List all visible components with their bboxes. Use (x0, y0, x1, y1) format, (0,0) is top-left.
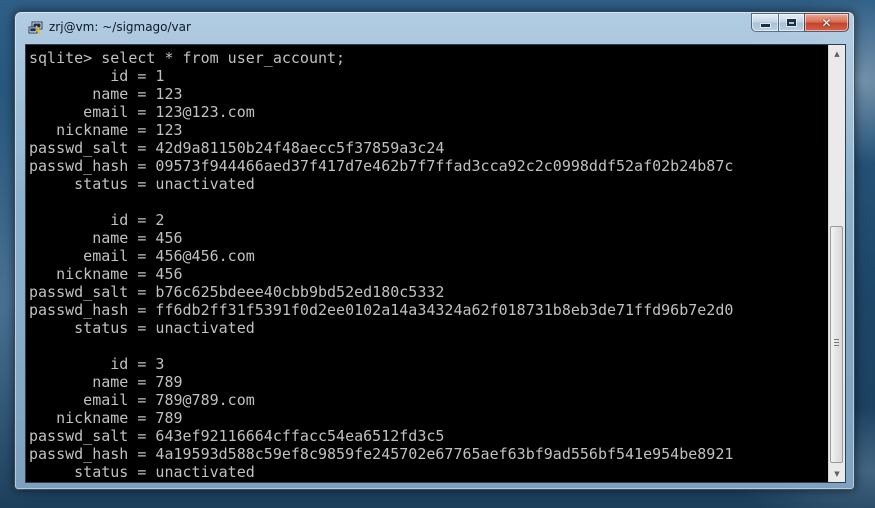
terminal-line: passwd_hash = ff6db2ff31f5391f0d2ee0102a… (29, 301, 734, 319)
caption-buttons: ✕ (751, 13, 849, 33)
terminal-line: email = 789@789.com (29, 391, 255, 409)
terminal-line: id = 3 (29, 355, 165, 373)
putty-terminal-icon[interactable] (28, 20, 43, 35)
terminal-line: passwd_hash = 4a19593d588c59ef8c9859fe24… (29, 445, 734, 463)
terminal-line: name = 123 (29, 85, 183, 103)
grip-icon (834, 339, 839, 346)
terminal-line: status = unactivated (29, 175, 255, 193)
title-bar[interactable]: zrj@vm: ~/sigmago/var ✕ (15, 12, 854, 42)
scroll-up-button[interactable]: ▲ (829, 45, 845, 62)
maximize-button[interactable] (778, 13, 804, 32)
terminal-line: name = 456 (29, 229, 183, 247)
scrollbar-thumb[interactable] (830, 226, 843, 463)
terminal-line: name = 789 (29, 373, 183, 391)
terminal-line: nickname = 789 (29, 409, 183, 427)
terminal-line: status = unactivated (29, 463, 255, 481)
window-title: zrj@vm: ~/sigmago/var (49, 20, 191, 34)
terminal-line: nickname = 123 (29, 121, 183, 139)
scroll-down-arrow-icon: ▼ (834, 469, 840, 478)
terminal-line: nickname = 456 (29, 265, 183, 283)
terminal-client-area[interactable]: sqlite> select * from user_account; id =… (25, 44, 846, 483)
minimize-icon (760, 24, 770, 27)
terminal-line: email = 456@456.com (29, 247, 255, 265)
terminal-line: status = unactivated (29, 319, 255, 337)
scroll-down-button[interactable]: ▼ (829, 465, 845, 482)
terminal-line: passwd_hash = 09573f944466aed37f417d7e46… (29, 157, 734, 175)
maximize-icon (787, 19, 796, 26)
terminal-line: passwd_salt = 42d9a81150b24f48aecc5f3785… (29, 139, 445, 157)
close-button[interactable]: ✕ (804, 13, 849, 32)
vertical-scrollbar[interactable]: ▲ ▼ (828, 45, 845, 482)
terminal-line: sqlite> select * from user_account; (29, 49, 346, 67)
minimize-button[interactable] (751, 13, 778, 32)
close-icon: ✕ (821, 15, 832, 30)
terminal-window[interactable]: zrj@vm: ~/sigmago/var ✕ sqlite> select *… (14, 11, 855, 490)
terminal-line: id = 1 (29, 67, 165, 85)
terminal-line: email = 123@123.com (29, 103, 255, 121)
terminal-output[interactable]: sqlite> select * from user_account; id =… (29, 49, 824, 481)
terminal-line: passwd_salt = 643ef92116664cffacc54ea651… (29, 427, 445, 445)
scroll-up-arrow-icon: ▲ (834, 49, 840, 58)
terminal-line: passwd_salt = b76c625bdeee40cbb9bd52ed18… (29, 283, 445, 301)
terminal-line: id = 2 (29, 211, 165, 229)
